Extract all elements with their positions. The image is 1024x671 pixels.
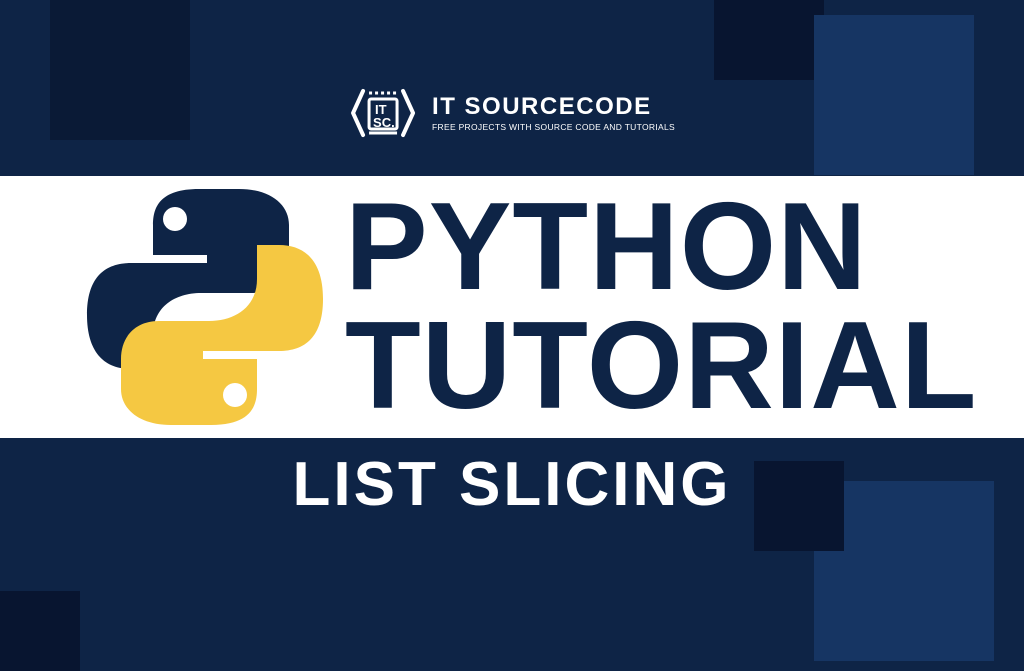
decoration-square	[0, 591, 80, 671]
subtitle-text: LIST SLICING	[293, 449, 732, 520]
brand-header: IT SC. IT SOURCECODE FREE PROJECTS WITH …	[349, 85, 675, 141]
python-logo-icon	[75, 177, 335, 437]
decoration-square	[814, 15, 974, 175]
title-line-2: TUTORIAL	[345, 307, 978, 426]
brand-subtitle: FREE PROJECTS WITH SOURCE CODE AND TUTOR…	[432, 122, 675, 132]
brand-logo-icon: IT SC.	[349, 85, 417, 141]
main-title-band: PYTHON TUTORIAL	[0, 176, 1024, 438]
main-title: PYTHON TUTORIAL	[345, 188, 978, 426]
decoration-square	[714, 0, 824, 80]
brand-title: IT SOURCECODE	[432, 95, 675, 119]
title-line-1: PYTHON	[345, 188, 978, 307]
brand-text: IT SOURCECODE FREE PROJECTS WITH SOURCE …	[432, 95, 675, 132]
subtitle-band: LIST SLICING	[0, 445, 1024, 523]
decoration-square	[50, 0, 190, 140]
svg-text:SC.: SC.	[373, 115, 395, 130]
